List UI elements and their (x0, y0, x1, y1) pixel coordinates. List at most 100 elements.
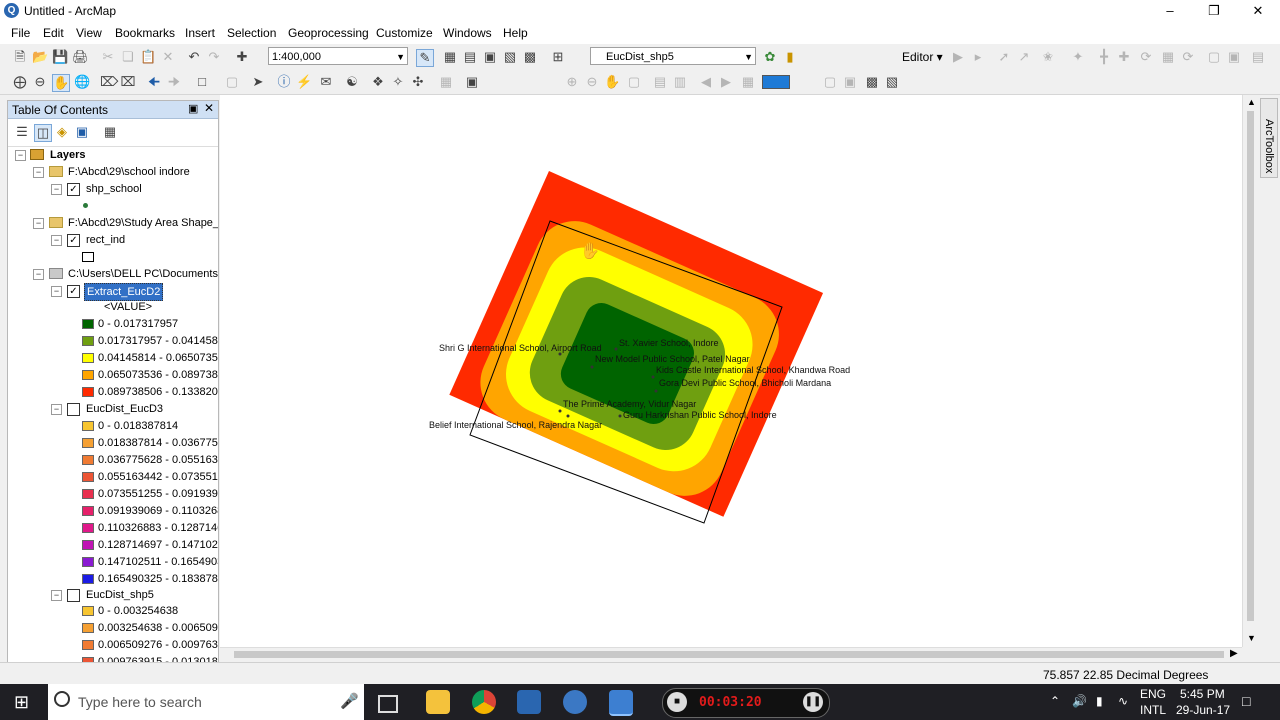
layer-symbology-icon[interactable]: ✿ (762, 49, 778, 65)
collapse-icon[interactable]: − (51, 235, 62, 246)
collapse-icon[interactable]: − (51, 590, 62, 601)
map-scale-combo[interactable]: 1:400,000 ▼ (268, 47, 408, 65)
zoom-out-icon[interactable]: ⊖ (32, 74, 48, 90)
graphics-icon[interactable]: ▧ (884, 74, 900, 90)
layout-zoom-in-icon[interactable]: ⊕ (564, 74, 580, 90)
legend-swatch[interactable] (82, 472, 94, 482)
legend-swatch[interactable] (82, 606, 94, 616)
zoom-whole-page-icon[interactable]: ▢ (626, 74, 642, 90)
horizontal-scrollbar[interactable]: ▶ (220, 647, 1242, 662)
layout-zoom-out-icon[interactable]: ⊖ (584, 74, 600, 90)
pause-icon[interactable]: ❚❚ (803, 692, 823, 712)
histogram-icon[interactable]: ▮ (782, 49, 798, 65)
map-view[interactable]: Shri G International School, Airport Roa… (220, 95, 1242, 647)
layer-visibility-checkbox[interactable]: ✓ (67, 183, 80, 196)
legend-swatch[interactable] (82, 506, 94, 516)
layer-shp-school[interactable]: − ✓ shp_school (8, 181, 218, 197)
legend-swatch[interactable] (82, 623, 94, 633)
close-icon[interactable]: ✕ (204, 101, 214, 115)
end-point-arc-icon[interactable]: ↗ (1016, 49, 1032, 65)
scroll-thumb[interactable] (234, 651, 1224, 658)
editor-menu[interactable]: Editor ▾ (902, 50, 943, 64)
collapse-icon[interactable]: − (51, 404, 62, 415)
identify-icon[interactable]: ⓘ (276, 74, 292, 90)
arcgis-pro-icon[interactable] (517, 690, 541, 714)
open-folder-icon[interactable]: 📂 (32, 49, 48, 65)
add-data-icon[interactable]: ✚ (234, 49, 250, 65)
arccatalog-globe-icon[interactable] (563, 690, 587, 714)
sketch-properties-icon[interactable]: ⟳ (1180, 49, 1196, 65)
file-explorer-icon[interactable] (426, 690, 450, 714)
menu-help[interactable]: Help (503, 26, 528, 40)
select-elements-icon[interactable]: ➤ (250, 74, 266, 90)
menu-view[interactable]: View (76, 26, 102, 40)
scroll-up-icon[interactable]: ▲ (1247, 97, 1256, 107)
layer-eucdist-shp5[interactable]: − EucDist_shp5 (8, 587, 218, 603)
layers-root[interactable]: − Layers (8, 147, 218, 163)
find-icon[interactable]: ❖ (370, 74, 386, 90)
clock-time[interactable]: 5:45 PM (1180, 687, 1225, 701)
collapse-icon[interactable]: − (51, 184, 62, 195)
scroll-right-icon[interactable]: ▶ (1230, 648, 1238, 659)
collapse-icon[interactable]: − (51, 286, 62, 297)
menu-file[interactable]: File (11, 26, 30, 40)
legend-swatch[interactable] (82, 387, 94, 397)
copy-icon[interactable]: ❏ (120, 49, 136, 65)
change-layout-icon[interactable]: ▣ (842, 74, 858, 90)
zoom-in-icon[interactable]: ⨁ (12, 74, 28, 90)
layer-extract-eucd2[interactable]: − ✓ Extract_EucD2 (8, 283, 218, 301)
trace-icon[interactable]: ✬ (1040, 49, 1056, 65)
list-by-selection-icon[interactable]: ▣ (74, 124, 90, 140)
menu-windows[interactable]: Windows (443, 26, 492, 40)
collapse-icon[interactable]: − (33, 269, 44, 280)
arcmap-active-icon[interactable] (609, 690, 633, 716)
legend-swatch[interactable] (82, 370, 94, 380)
battery-icon[interactable]: ▮ (1096, 694, 1103, 708)
stop-icon[interactable]: ■ (667, 692, 687, 712)
full-extent-icon[interactable]: 🌐 (74, 74, 90, 90)
group-school-indore[interactable]: − F:\Abcd\29\school indore (8, 164, 218, 180)
model-builder-icon[interactable]: ⊞ (550, 49, 566, 65)
collapse-icon[interactable]: − (33, 218, 44, 229)
create-features-icon[interactable]: ▢ (1206, 49, 1222, 65)
language-top[interactable]: ENG (1140, 687, 1166, 701)
legend-swatch[interactable] (82, 574, 94, 584)
chrome-icon[interactable] (472, 690, 496, 714)
clear-selection-icon[interactable]: ▢ (224, 74, 240, 90)
editor-toolbar-icon[interactable]: ✎ (416, 49, 434, 67)
legend-swatch[interactable] (82, 421, 94, 431)
sketch-tool-icon[interactable]: ✦ (1070, 49, 1086, 65)
close-button[interactable]: ✕ (1236, 0, 1280, 22)
menu-customize[interactable]: Customize (376, 26, 433, 40)
undo-icon[interactable]: ↶ (186, 49, 202, 65)
fixed-zoom-out-icon[interactable]: ⌧ (120, 74, 136, 90)
layout-zoom-percent-combo[interactable] (762, 75, 790, 89)
layer-rect-ind[interactable]: − ✓ rect_ind (8, 232, 218, 248)
menu-geoprocessing[interactable]: Geoprocessing (288, 26, 369, 40)
straight-segment-icon[interactable]: ➚ (996, 49, 1012, 65)
forward-arrow-icon[interactable]: 🠊 (166, 74, 182, 90)
layer-visibility-checkbox[interactable] (67, 403, 80, 416)
zoom-100-icon[interactable]: ▤ (652, 74, 668, 90)
save-icon[interactable]: 💾 (52, 49, 68, 65)
map-canvas[interactable]: Shri G International School, Airport Roa… (220, 95, 1242, 647)
layer-eucdist-eucd3[interactable]: − EucDist_EucD3 (8, 401, 218, 417)
layout-back-icon[interactable]: ◀ (698, 74, 714, 90)
restore-button[interactable]: ❐ (1192, 0, 1236, 22)
edit-annotation-icon[interactable]: ▸ (970, 49, 986, 65)
data-driven-pages-icon[interactable]: ▩ (864, 74, 880, 90)
legend-swatch[interactable] (82, 319, 94, 329)
legend-swatch[interactable] (82, 489, 94, 499)
wifi-icon[interactable]: ∿ (1118, 694, 1128, 708)
select-features-icon[interactable]: □ (194, 74, 210, 90)
chevron-up-icon[interactable]: ⌃ (1050, 694, 1060, 708)
list-by-visibility-icon[interactable]: ◈ (54, 124, 70, 140)
go-to-xy-icon[interactable]: ✣ (410, 74, 426, 90)
vertical-scrollbar[interactable]: ▲ ▼ (1242, 95, 1259, 647)
legend-swatch[interactable] (82, 438, 94, 448)
layout-pan-icon[interactable]: ✋ (604, 74, 620, 90)
back-arrow-icon[interactable]: 🠈 (146, 74, 162, 90)
windows-start-icon[interactable]: ⊞ (14, 693, 29, 711)
snapping-icon[interactable]: ▤ (1250, 49, 1266, 65)
time-slider-icon[interactable]: ▦ (438, 74, 454, 90)
